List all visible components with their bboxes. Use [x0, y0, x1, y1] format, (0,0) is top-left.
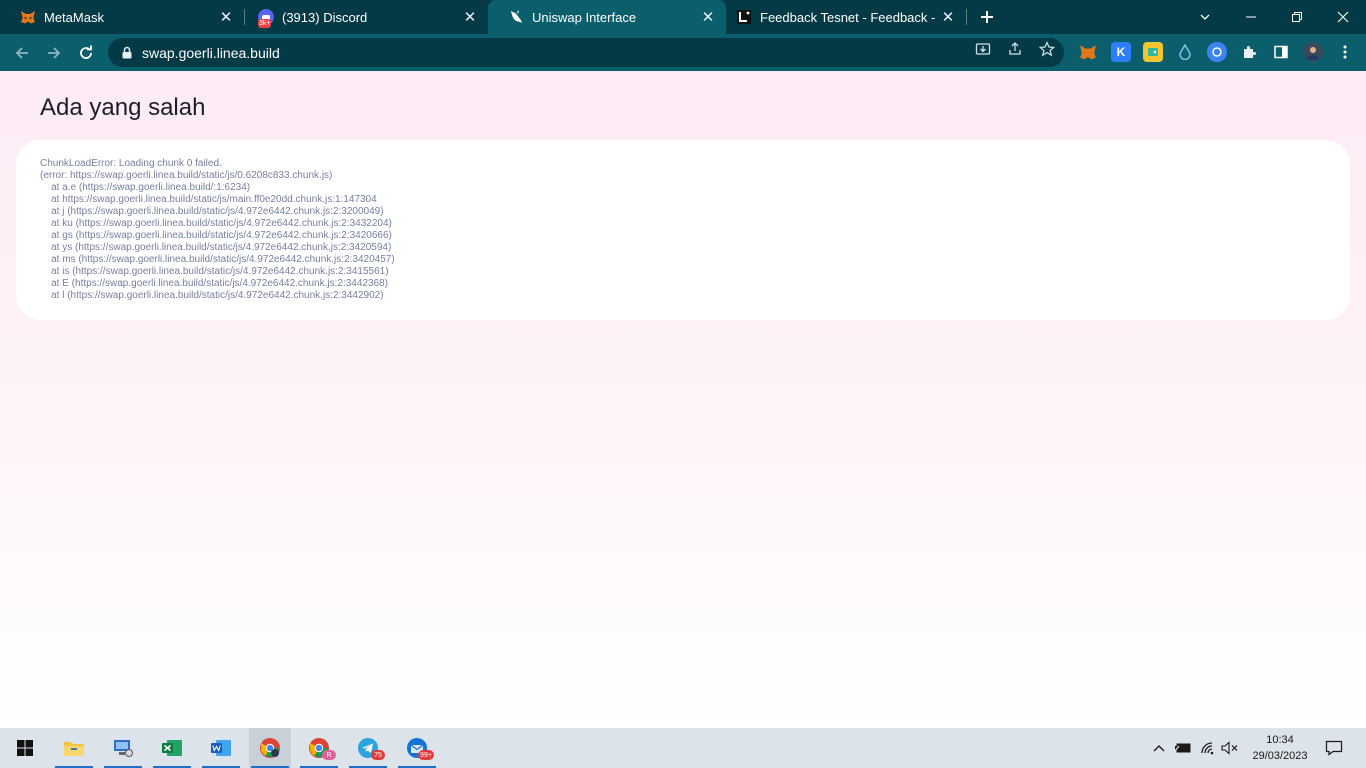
- mail-unread-badge: 99+: [418, 750, 434, 760]
- tab-title: MetaMask: [44, 9, 104, 25]
- telegram-button[interactable]: 75: [347, 728, 389, 768]
- error-card: ChunkLoadError: Loading chunk 0 failed. …: [16, 140, 1350, 320]
- error-line: (error: https://swap.goerli.linea.build/…: [40, 170, 333, 181]
- bookmark-star-icon[interactable]: [1038, 40, 1056, 58]
- start-button[interactable]: [4, 728, 46, 768]
- computer-icon: [114, 740, 133, 757]
- chrome-button[interactable]: [249, 728, 291, 768]
- tab-feedback-linea[interactable]: Feedback Tesnet - Feedback - Lin ✕: [726, 0, 966, 34]
- address-bar[interactable]: swap.goerli.linea.build: [108, 38, 1064, 67]
- lock-icon[interactable]: [120, 46, 134, 60]
- close-tab-icon[interactable]: ✕: [698, 7, 718, 27]
- plus-icon: [981, 11, 993, 23]
- side-panel-icon[interactable]: [1271, 42, 1291, 62]
- profile-badge: R: [322, 750, 336, 760]
- arrow-left-icon: [15, 47, 28, 59]
- error-line: at gs (https://swap.goerli.linea.build/s…: [40, 230, 392, 241]
- excel-icon: [162, 740, 182, 756]
- excel-button[interactable]: [151, 728, 193, 768]
- word-button[interactable]: [200, 728, 242, 768]
- puzzle-extensions-icon[interactable]: [1239, 42, 1259, 62]
- error-line: at ku (https://swap.goerli.linea.build/s…: [40, 218, 392, 229]
- notification-center-icon[interactable]: [1324, 738, 1344, 758]
- linea-icon: [736, 9, 752, 25]
- error-line: ChunkLoadError: Loading chunk 0 failed.: [40, 158, 222, 169]
- telegram-unread-badge: 75: [371, 750, 385, 760]
- volume-muted-icon[interactable]: [1221, 738, 1239, 758]
- url-text[interactable]: swap.goerli.linea.build: [142, 45, 280, 61]
- close-window-button[interactable]: [1320, 0, 1366, 34]
- thunderbird-button[interactable]: 99+: [396, 728, 438, 768]
- page-title: Ada yang salah: [40, 94, 206, 121]
- chevron-down-icon: [1200, 14, 1210, 20]
- error-line: at is (https://swap.goerli.linea.build/s…: [40, 266, 389, 277]
- chrome-profile-button[interactable]: R: [298, 728, 340, 768]
- taskbar: R 75 99+ 10:34 29/03/2023: [0, 728, 1366, 768]
- bridge-extension-icon[interactable]: [1207, 42, 1227, 62]
- close-tab-icon[interactable]: ✕: [216, 7, 236, 27]
- restore-icon: [1292, 12, 1302, 22]
- tab-uniswap-interface[interactable]: Uniswap Interface ✕: [488, 0, 726, 34]
- remote-desktop-button[interactable]: [102, 728, 144, 768]
- page-content: Ada yang salah ChunkLoadError: Loading c…: [0, 71, 1366, 728]
- browser-toolbar: swap.goerli.linea.build K: [0, 34, 1366, 71]
- close-tab-icon[interactable]: ✕: [938, 7, 958, 27]
- clock-date: 29/03/2023: [1252, 750, 1308, 762]
- wifi-icon[interactable]: [1199, 738, 1217, 758]
- chrome-icon: [260, 738, 280, 758]
- back-button[interactable]: [8, 39, 36, 67]
- reload-icon: [80, 45, 92, 59]
- clock-time: 10:34: [1266, 734, 1294, 746]
- show-hidden-icons-chevron-up-icon[interactable]: [1150, 738, 1168, 758]
- drop-extension-icon[interactable]: [1175, 42, 1195, 62]
- kebab-menu-icon[interactable]: [1335, 42, 1355, 62]
- close-icon: [1337, 11, 1349, 23]
- tab-separator: [966, 9, 967, 25]
- error-line: at ys (https://swap.goerli.linea.build/s…: [40, 242, 392, 253]
- tab-strip: MetaMask ✕ 3k+ (3913) Discord ✕ Uniswap …: [0, 0, 1366, 34]
- metamask-fox-icon: [20, 9, 36, 25]
- restore-button[interactable]: [1274, 0, 1320, 34]
- tab-title: (3913) Discord: [282, 9, 368, 25]
- forward-button[interactable]: [40, 39, 68, 67]
- close-tab-icon[interactable]: ✕: [460, 7, 480, 27]
- word-icon: [211, 740, 231, 756]
- discord-icon: 3k+: [258, 9, 274, 28]
- battery-icon[interactable]: [1174, 738, 1192, 758]
- system-clock[interactable]: 10:34 29/03/2023: [1248, 732, 1312, 764]
- tab-metamask[interactable]: MetaMask ✕: [0, 0, 244, 34]
- install-app-icon[interactable]: [974, 40, 992, 58]
- error-line: at E (https://swap.goerli.linea.build/st…: [40, 278, 388, 289]
- error-line: at ms (https://swap.goerli.linea.build/s…: [40, 254, 395, 265]
- error-line: at l (https://swap.goerli.linea.build/st…: [40, 290, 384, 301]
- minimize-icon: [1246, 16, 1256, 18]
- folder-icon: [64, 742, 84, 756]
- tab-search-button[interactable]: [1182, 0, 1228, 34]
- reload-button[interactable]: [72, 39, 100, 67]
- tab-title: Uniswap Interface: [532, 9, 637, 25]
- new-tab-button[interactable]: [976, 6, 998, 28]
- uniswap-unicorn-icon: [508, 9, 524, 25]
- tab-title: Feedback Tesnet - Feedback - Lin: [760, 9, 938, 25]
- file-explorer-button[interactable]: [53, 728, 95, 768]
- share-icon[interactable]: [1006, 40, 1024, 58]
- metamask-extension-icon[interactable]: [1078, 42, 1098, 62]
- minimize-button[interactable]: [1228, 0, 1274, 34]
- discord-badge: 3k+: [258, 19, 272, 28]
- windows-logo-icon: [17, 740, 33, 756]
- error-line: at https://swap.goerli.linea.build/stati…: [40, 194, 377, 205]
- wallet-extension-icon[interactable]: [1143, 42, 1163, 62]
- keplr-extension-icon[interactable]: K: [1111, 42, 1131, 62]
- profile-avatar[interactable]: [1303, 42, 1323, 62]
- error-line: at j (https://swap.goerli.linea.build/st…: [40, 206, 384, 217]
- arrow-right-icon: [48, 47, 61, 59]
- error-line: at a.e (https://swap.goerli.linea.build/…: [40, 182, 251, 193]
- tab-discord[interactable]: 3k+ (3913) Discord ✕: [238, 0, 488, 34]
